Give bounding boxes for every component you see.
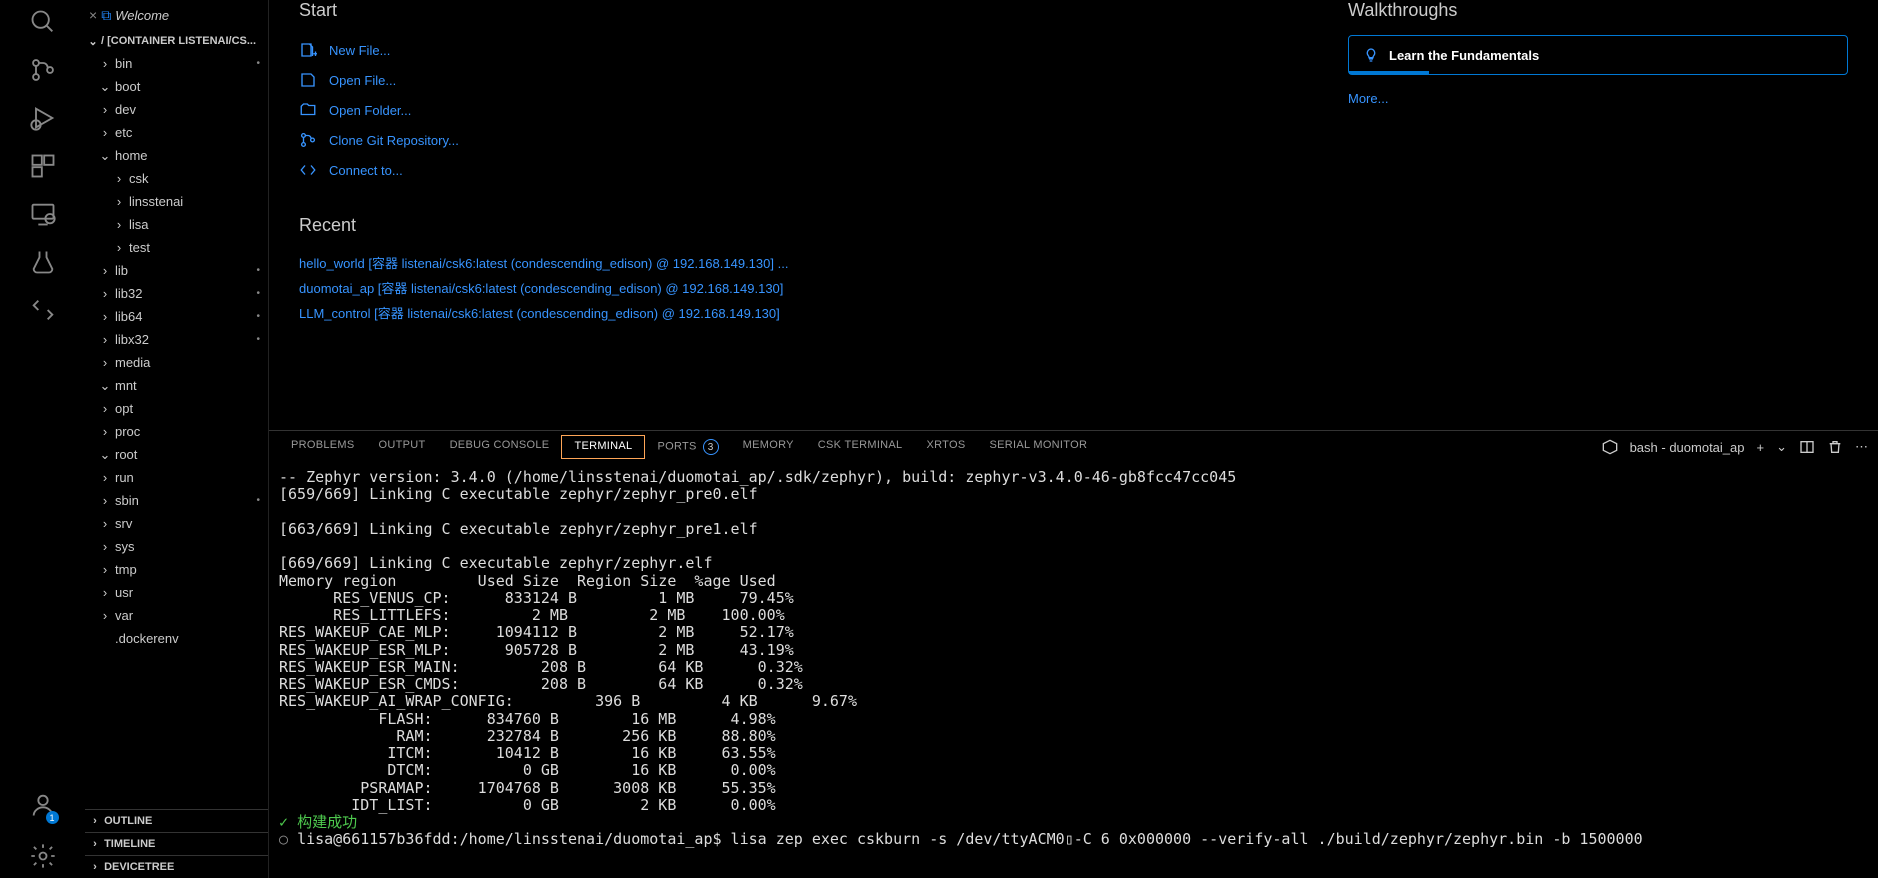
- editor-tab-label: Welcome: [115, 8, 169, 23]
- git-compare-icon[interactable]: [29, 296, 57, 324]
- walkthroughs-heading: Walkthroughs: [1348, 0, 1848, 21]
- panel-tab-terminal[interactable]: TERMINAL: [561, 435, 645, 459]
- accounts-icon[interactable]: [29, 791, 57, 819]
- trash-icon[interactable]: [1827, 439, 1843, 455]
- folder-item[interactable]: ›linsstenai: [85, 190, 268, 213]
- panel-tabs: PROBLEMSOUTPUTDEBUG CONSOLETERMINALPORTS…: [269, 431, 1878, 463]
- remote-explorer-icon[interactable]: [29, 200, 57, 228]
- source-control-icon[interactable]: [29, 56, 57, 84]
- more-actions-icon[interactable]: ⋯: [1855, 439, 1868, 455]
- start-item[interactable]: Open Folder...: [299, 95, 879, 125]
- search-icon[interactable]: [29, 8, 57, 36]
- start-heading: Start: [299, 0, 879, 21]
- more-link[interactable]: More...: [1348, 91, 1848, 106]
- folder-item[interactable]: ›media: [85, 351, 268, 374]
- panel-tab-xrtos[interactable]: XRTOS: [914, 435, 977, 459]
- start-icon: [299, 161, 317, 179]
- timeline-panel[interactable]: › TIMELINE: [85, 832, 268, 855]
- recent-item[interactable]: hello_world [容器 listenai/csk6:latest (co…: [299, 250, 879, 275]
- panel-tab-output[interactable]: OUTPUT: [367, 435, 438, 459]
- testing-icon[interactable]: [29, 248, 57, 276]
- split-terminal-icon[interactable]: [1799, 439, 1815, 455]
- folder-item[interactable]: ›lisa: [85, 213, 268, 236]
- start-icon: [299, 131, 317, 149]
- folder-item[interactable]: ›proc: [85, 420, 268, 443]
- folder-item[interactable]: ›opt: [85, 397, 268, 420]
- devicetree-panel[interactable]: › DEVICETREE: [85, 855, 268, 878]
- sidebar: × ⧉ Welcome ⌄/ [CONTAINER LISTENAI/CS...…: [85, 0, 268, 878]
- panel-tab-ports[interactable]: PORTS3: [645, 435, 730, 459]
- folder-item[interactable]: ›lib32•: [85, 282, 268, 305]
- close-icon[interactable]: ×: [89, 7, 97, 23]
- folder-item[interactable]: ›sys: [85, 535, 268, 558]
- recent-item[interactable]: LLM_control [容器 listenai/csk6:latest (co…: [299, 300, 879, 325]
- explorer-root[interactable]: ⌄/ [CONTAINER LISTENAI/CS...: [85, 30, 268, 52]
- folder-item[interactable]: ›tmp: [85, 558, 268, 581]
- settings-gear-icon[interactable]: [29, 842, 57, 870]
- folder-item[interactable]: ›libx32•: [85, 328, 268, 351]
- bottom-panel: PROBLEMSOUTPUTDEBUG CONSOLETERMINALPORTS…: [269, 430, 1878, 878]
- main-area: Start New File...Open File...Open Folder…: [268, 0, 1878, 878]
- terminal-output[interactable]: -- Zephyr version: 3.4.0 (/home/linssten…: [269, 463, 1878, 878]
- folder-item[interactable]: ›sbin•: [85, 489, 268, 512]
- walkthrough-card[interactable]: Learn the Fundamentals: [1348, 35, 1848, 75]
- folder-item[interactable]: ⌄boot: [85, 75, 268, 98]
- folder-item[interactable]: ›etc: [85, 121, 268, 144]
- folder-item[interactable]: ›dev: [85, 98, 268, 121]
- folder-item[interactable]: ›test: [85, 236, 268, 259]
- file-tree: ›bin•⌄boot›dev›etc⌄home›csk›linsstenai›l…: [85, 52, 268, 650]
- folder-item[interactable]: ⌄mnt: [85, 374, 268, 397]
- folder-item[interactable]: ⌄home: [85, 144, 268, 167]
- folder-item[interactable]: ›csk: [85, 167, 268, 190]
- vscode-icon: ⧉: [101, 7, 111, 24]
- terminal-shell-label[interactable]: bash - duomotai_ap: [1630, 440, 1745, 455]
- lightbulb-icon: [1363, 47, 1379, 63]
- extensions-icon[interactable]: [29, 152, 57, 180]
- panel-tab-debug-console[interactable]: DEBUG CONSOLE: [438, 435, 562, 459]
- folder-item[interactable]: ›run: [85, 466, 268, 489]
- folder-item[interactable]: ›lib•: [85, 259, 268, 282]
- start-item[interactable]: Clone Git Repository...: [299, 125, 879, 155]
- container-icon: [1602, 439, 1618, 455]
- new-terminal-icon[interactable]: +: [1757, 440, 1765, 455]
- walkthrough-label: Learn the Fundamentals: [1389, 48, 1539, 63]
- folder-item[interactable]: ⌄root: [85, 443, 268, 466]
- run-debug-icon[interactable]: [29, 104, 57, 132]
- folder-item[interactable]: ›usr: [85, 581, 268, 604]
- start-icon: [299, 71, 317, 89]
- activity-bar: [0, 0, 85, 878]
- folder-item[interactable]: ›bin•: [85, 52, 268, 75]
- start-icon: [299, 41, 317, 59]
- folder-item[interactable]: ›lib64•: [85, 305, 268, 328]
- start-icon: [299, 101, 317, 119]
- start-item[interactable]: New File...: [299, 35, 879, 65]
- outline-panel[interactable]: › OUTLINE: [85, 809, 268, 832]
- panel-tab-csk-terminal[interactable]: CSK TERMINAL: [806, 435, 915, 459]
- recent-heading: Recent: [299, 215, 879, 236]
- start-item[interactable]: Connect to...: [299, 155, 879, 185]
- folder-item[interactable]: ›srv: [85, 512, 268, 535]
- folder-item[interactable]: ›var: [85, 604, 268, 627]
- panel-tab-serial-monitor[interactable]: SERIAL MONITOR: [977, 435, 1099, 459]
- recent-item[interactable]: duomotai_ap [容器 listenai/csk6:latest (co…: [299, 275, 879, 300]
- terminal-dropdown-icon[interactable]: ⌄: [1776, 439, 1787, 455]
- editor-tab[interactable]: × ⧉ Welcome: [85, 0, 268, 30]
- panel-tab-memory[interactable]: MEMORY: [731, 435, 806, 459]
- welcome-page: Start New File...Open File...Open Folder…: [269, 0, 1878, 430]
- file-item[interactable]: .dockerenv: [85, 627, 268, 650]
- start-item[interactable]: Open File...: [299, 65, 879, 95]
- panel-tab-problems[interactable]: PROBLEMS: [279, 435, 367, 459]
